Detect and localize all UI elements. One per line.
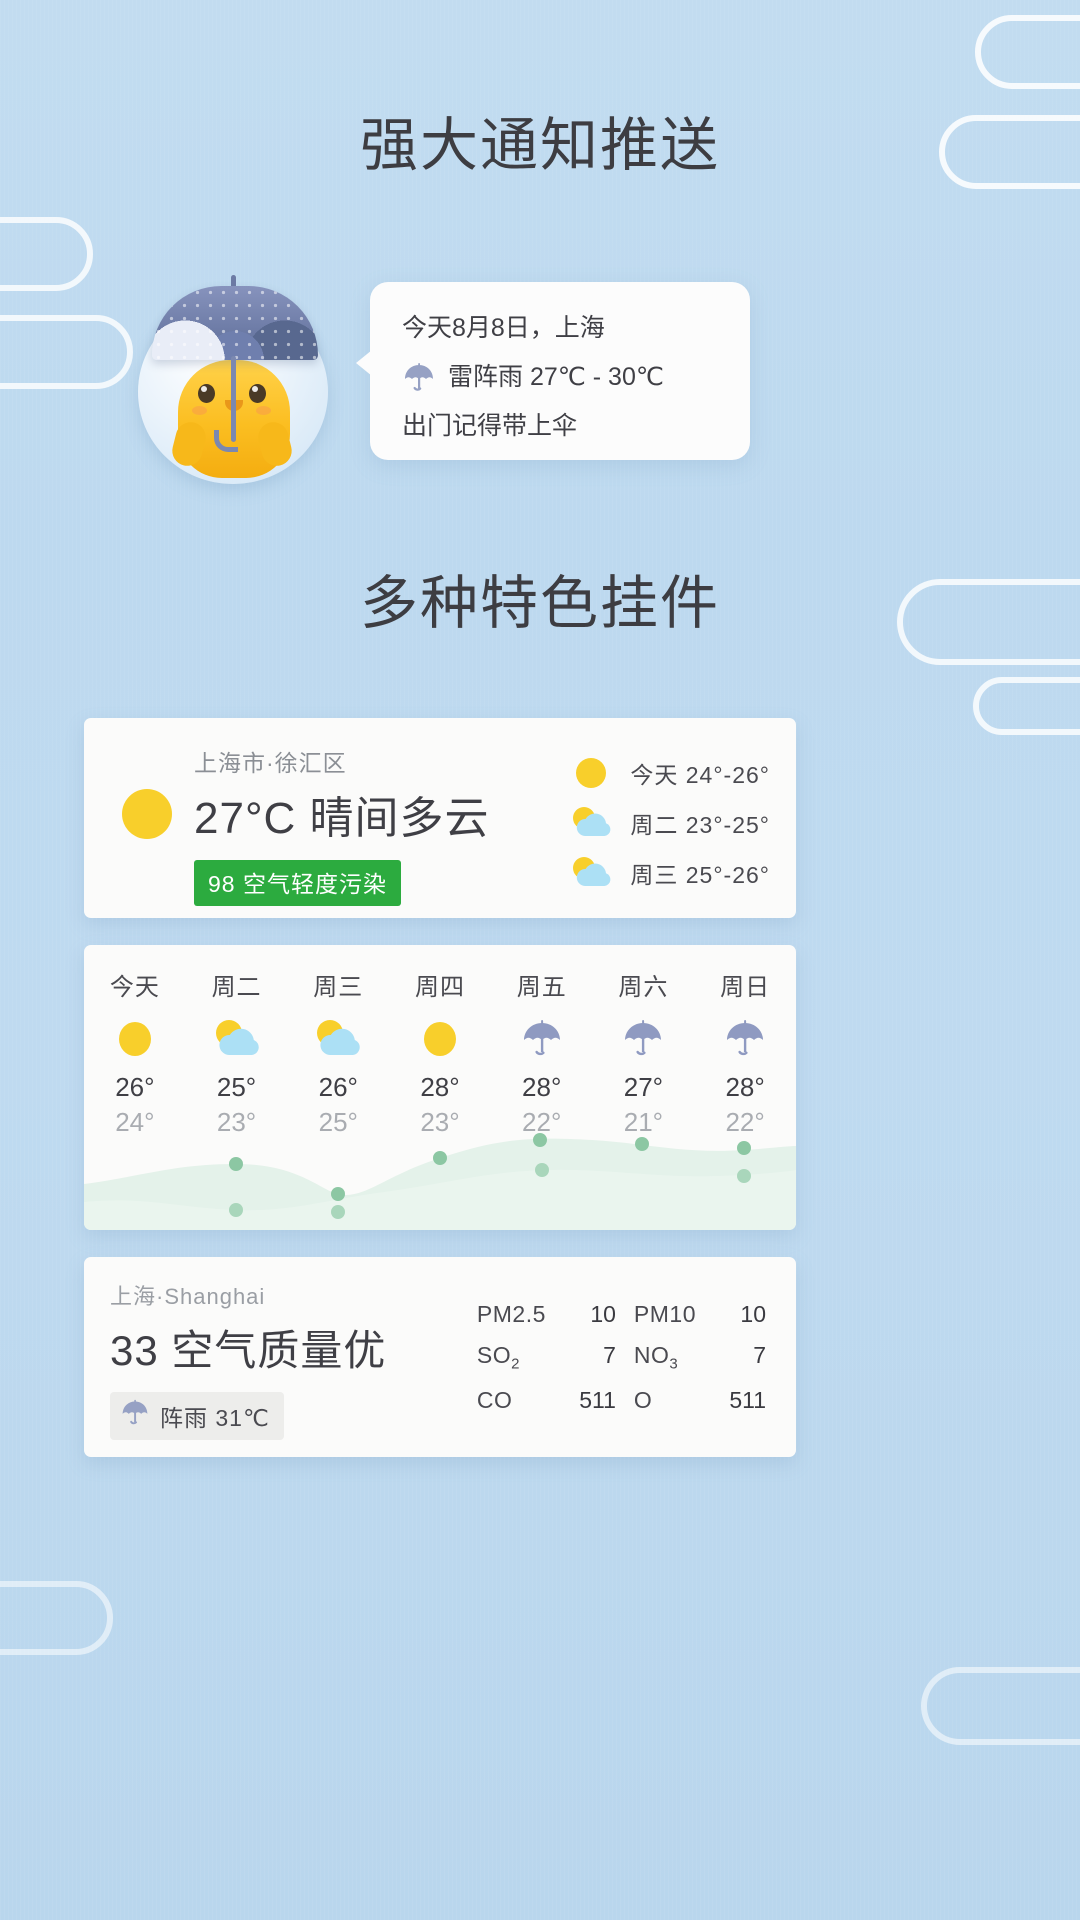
week-high-temp: 28° <box>491 1072 593 1103</box>
page-title-secondary: 多种特色挂件 <box>0 556 1080 640</box>
pollutant-readings-table: PM2.5 10 PM10 10 SO2 7 NO3 7 CO 511 O 51… <box>477 1301 766 1414</box>
list-item[interactable]: 周三 25°-26° <box>568 848 770 898</box>
sun-icon <box>389 1012 491 1066</box>
notification-line-condition: 雷阵雨 27℃ - 30℃ <box>402 353 724 402</box>
page-title-primary: 强大通知推送 <box>0 98 1080 182</box>
pollutant-value: 10 <box>714 1301 766 1328</box>
current-temperature: 27°C 晴间多云 <box>194 782 490 846</box>
week-high-temp: 25° <box>186 1072 288 1103</box>
pollutant-key: PM10 <box>634 1301 696 1328</box>
week-high-temp: 26° <box>287 1072 389 1103</box>
air-quality-value: 33 空气质量优 <box>110 1317 386 1378</box>
week-day-label: 周四 <box>389 967 491 1002</box>
mascot-umbrella-pattern <box>152 286 318 360</box>
mascot-cheek-right <box>256 406 271 415</box>
forecast-label: 周二 23°-25° <box>630 806 770 840</box>
mascot-eye-left <box>198 384 215 403</box>
status-badge-weather: 阵雨 31℃ <box>110 1392 284 1440</box>
widget-card-week-forecast[interactable]: 今天 26° 24° 周二 25° 23° 周三 <box>84 945 796 1230</box>
air-quality-left: 上海·Shanghai 33 空气质量优 阵雨 31℃ <box>110 1279 386 1440</box>
current-temp-row: 27°C 晴间多云 <box>106 782 526 846</box>
notification-line-advice: 出门记得带上伞 <box>402 402 724 451</box>
week-day-label: 周日 <box>694 967 796 1002</box>
umbrella-icon <box>694 1012 796 1066</box>
week-day-label: 周三 <box>287 967 389 1002</box>
sun-cloud-icon <box>568 804 614 842</box>
list-item[interactable]: 周三 26° 25° <box>287 967 389 1138</box>
forecast-label: 今天 24°-26° <box>630 756 770 790</box>
pollutant-value: 7 <box>714 1342 766 1369</box>
list-item[interactable]: 周日 28° 22° <box>694 967 796 1138</box>
pollutant-value: 511 <box>714 1387 766 1414</box>
pollutant-key: NO3 <box>634 1342 696 1373</box>
umbrella-icon <box>402 361 436 395</box>
air-chip-text: 阵雨 31℃ <box>160 1399 270 1433</box>
current-weather-left: 上海市·徐汇区 27°C 晴间多云 98 空气轻度污染 <box>106 744 526 906</box>
sun-cloud-icon <box>287 1012 389 1066</box>
mascot-eye-right <box>249 384 266 403</box>
forecast-label: 周三 25°-26° <box>630 856 770 890</box>
list-item[interactable]: 今天 24°-26° <box>568 748 770 798</box>
air-city-label: 上海·Shanghai <box>110 1279 386 1311</box>
list-item[interactable]: 周二 23°-25° <box>568 798 770 848</box>
week-day-label: 今天 <box>84 967 186 1002</box>
umbrella-icon <box>491 1012 593 1066</box>
pollutant-key: PM2.5 <box>477 1301 546 1328</box>
pollutant-value: 511 <box>564 1387 616 1414</box>
pollutant-key: SO2 <box>477 1342 546 1373</box>
current-city-label: 上海市·徐汇区 <box>194 744 526 778</box>
notification-advice-text: 出门记得带上伞 <box>402 402 577 451</box>
list-item[interactable]: 周五 28° 22° <box>491 967 593 1138</box>
status-badge-aqi: 98 空气轻度污染 <box>194 860 401 906</box>
sun-icon <box>84 1012 186 1066</box>
list-item[interactable]: 周六 27° 21° <box>593 967 695 1138</box>
widget-card-air-quality[interactable]: 上海·Shanghai 33 空气质量优 阵雨 31℃ PM2.5 10 PM1… <box>84 1257 796 1457</box>
notification-hero: 今天8月8日，上海 雷阵雨 27℃ - 30℃ 出门记得带上伞 <box>0 258 1080 488</box>
pollutant-key: O <box>634 1387 696 1414</box>
week-day-label: 周五 <box>491 967 593 1002</box>
pollutant-value: 10 <box>564 1301 616 1328</box>
current-forecast-list: 今天 24°-26° 周二 23°-25° 周三 25°-26° <box>568 748 770 898</box>
pollutant-key: CO <box>477 1387 546 1414</box>
sun-icon <box>122 789 172 839</box>
list-item[interactable]: 周二 25° 23° <box>186 967 288 1138</box>
umbrella-icon <box>593 1012 695 1066</box>
widget-card-current-weather[interactable]: 上海市·徐汇区 27°C 晴间多云 98 空气轻度污染 今天 24°-26° 周… <box>84 718 796 918</box>
pollutant-value: 7 <box>564 1342 616 1369</box>
sun-cloud-icon <box>186 1012 288 1066</box>
notification-date-text: 今天8月8日，上海 <box>402 304 605 353</box>
sun-cloud-icon <box>568 854 614 892</box>
temperature-trend-chart <box>84 1120 796 1230</box>
sun-icon <box>568 754 614 792</box>
umbrella-mascot-icon <box>130 272 340 484</box>
mascot-cheek-left <box>192 406 207 415</box>
week-day-label: 周六 <box>593 967 695 1002</box>
list-item[interactable]: 今天 26° 24° <box>84 967 186 1138</box>
notification-line-date: 今天8月8日，上海 <box>402 304 724 353</box>
list-item[interactable]: 周四 28° 23° <box>389 967 491 1138</box>
bubble-tail <box>356 350 372 376</box>
week-high-temp: 26° <box>84 1072 186 1103</box>
week-day-label: 周二 <box>186 967 288 1002</box>
week-forecast-grid: 今天 26° 24° 周二 25° 23° 周三 <box>84 967 796 1138</box>
umbrella-icon <box>120 1398 150 1433</box>
notification-bubble[interactable]: 今天8月8日，上海 雷阵雨 27℃ - 30℃ 出门记得带上伞 <box>370 282 750 460</box>
week-high-temp: 28° <box>694 1072 796 1103</box>
notification-condition-text: 雷阵雨 27℃ - 30℃ <box>448 353 664 402</box>
week-high-temp: 28° <box>389 1072 491 1103</box>
week-high-temp: 27° <box>593 1072 695 1103</box>
